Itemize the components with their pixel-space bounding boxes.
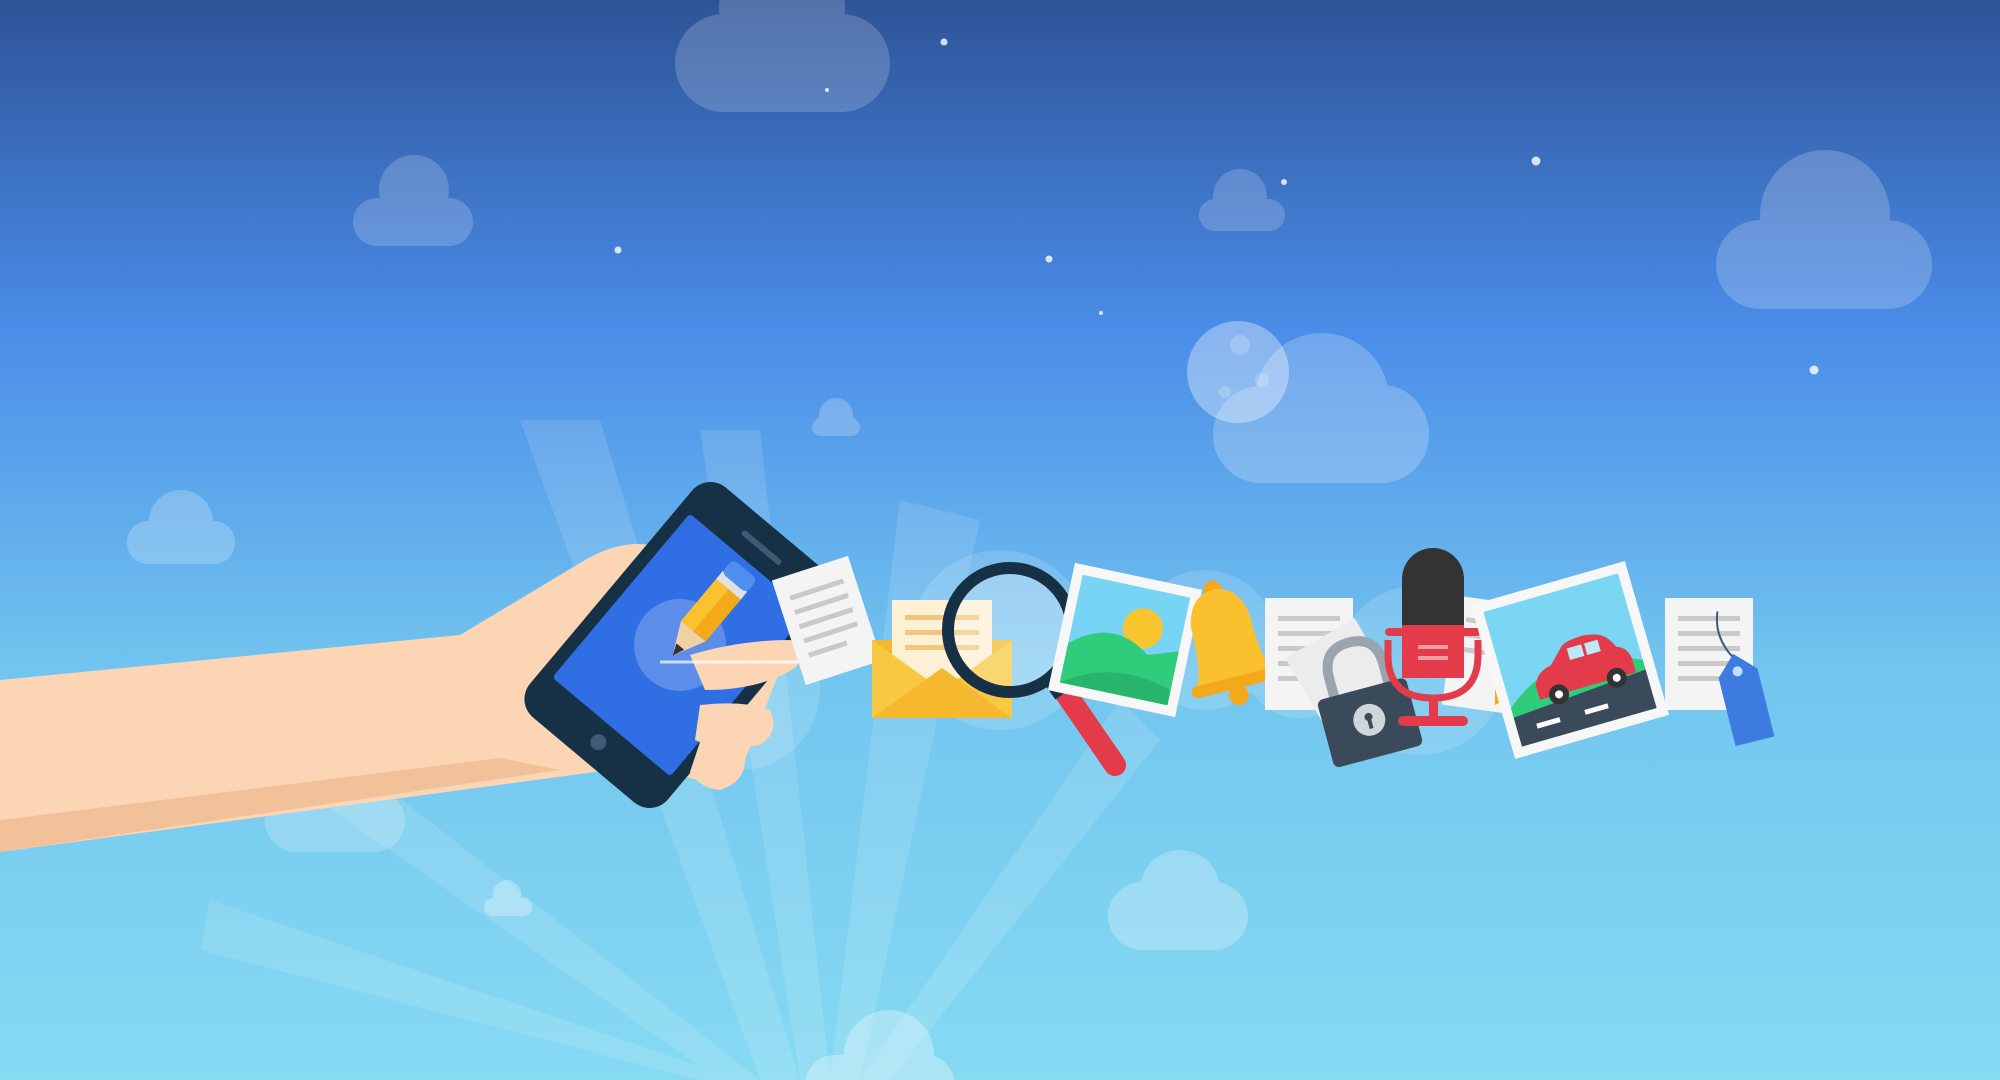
star-icon (825, 88, 829, 92)
star-icon (1045, 255, 1053, 263)
moon-icon (1187, 321, 1289, 423)
star-icon (614, 246, 622, 254)
star-icon (1809, 365, 1819, 375)
star-icon (1099, 311, 1103, 315)
star-icon (940, 38, 948, 46)
star-icon (1531, 156, 1541, 166)
star-icon (1281, 179, 1287, 185)
photo-landscape-icon (1047, 562, 1203, 718)
illustration-scene (0, 0, 2000, 1080)
